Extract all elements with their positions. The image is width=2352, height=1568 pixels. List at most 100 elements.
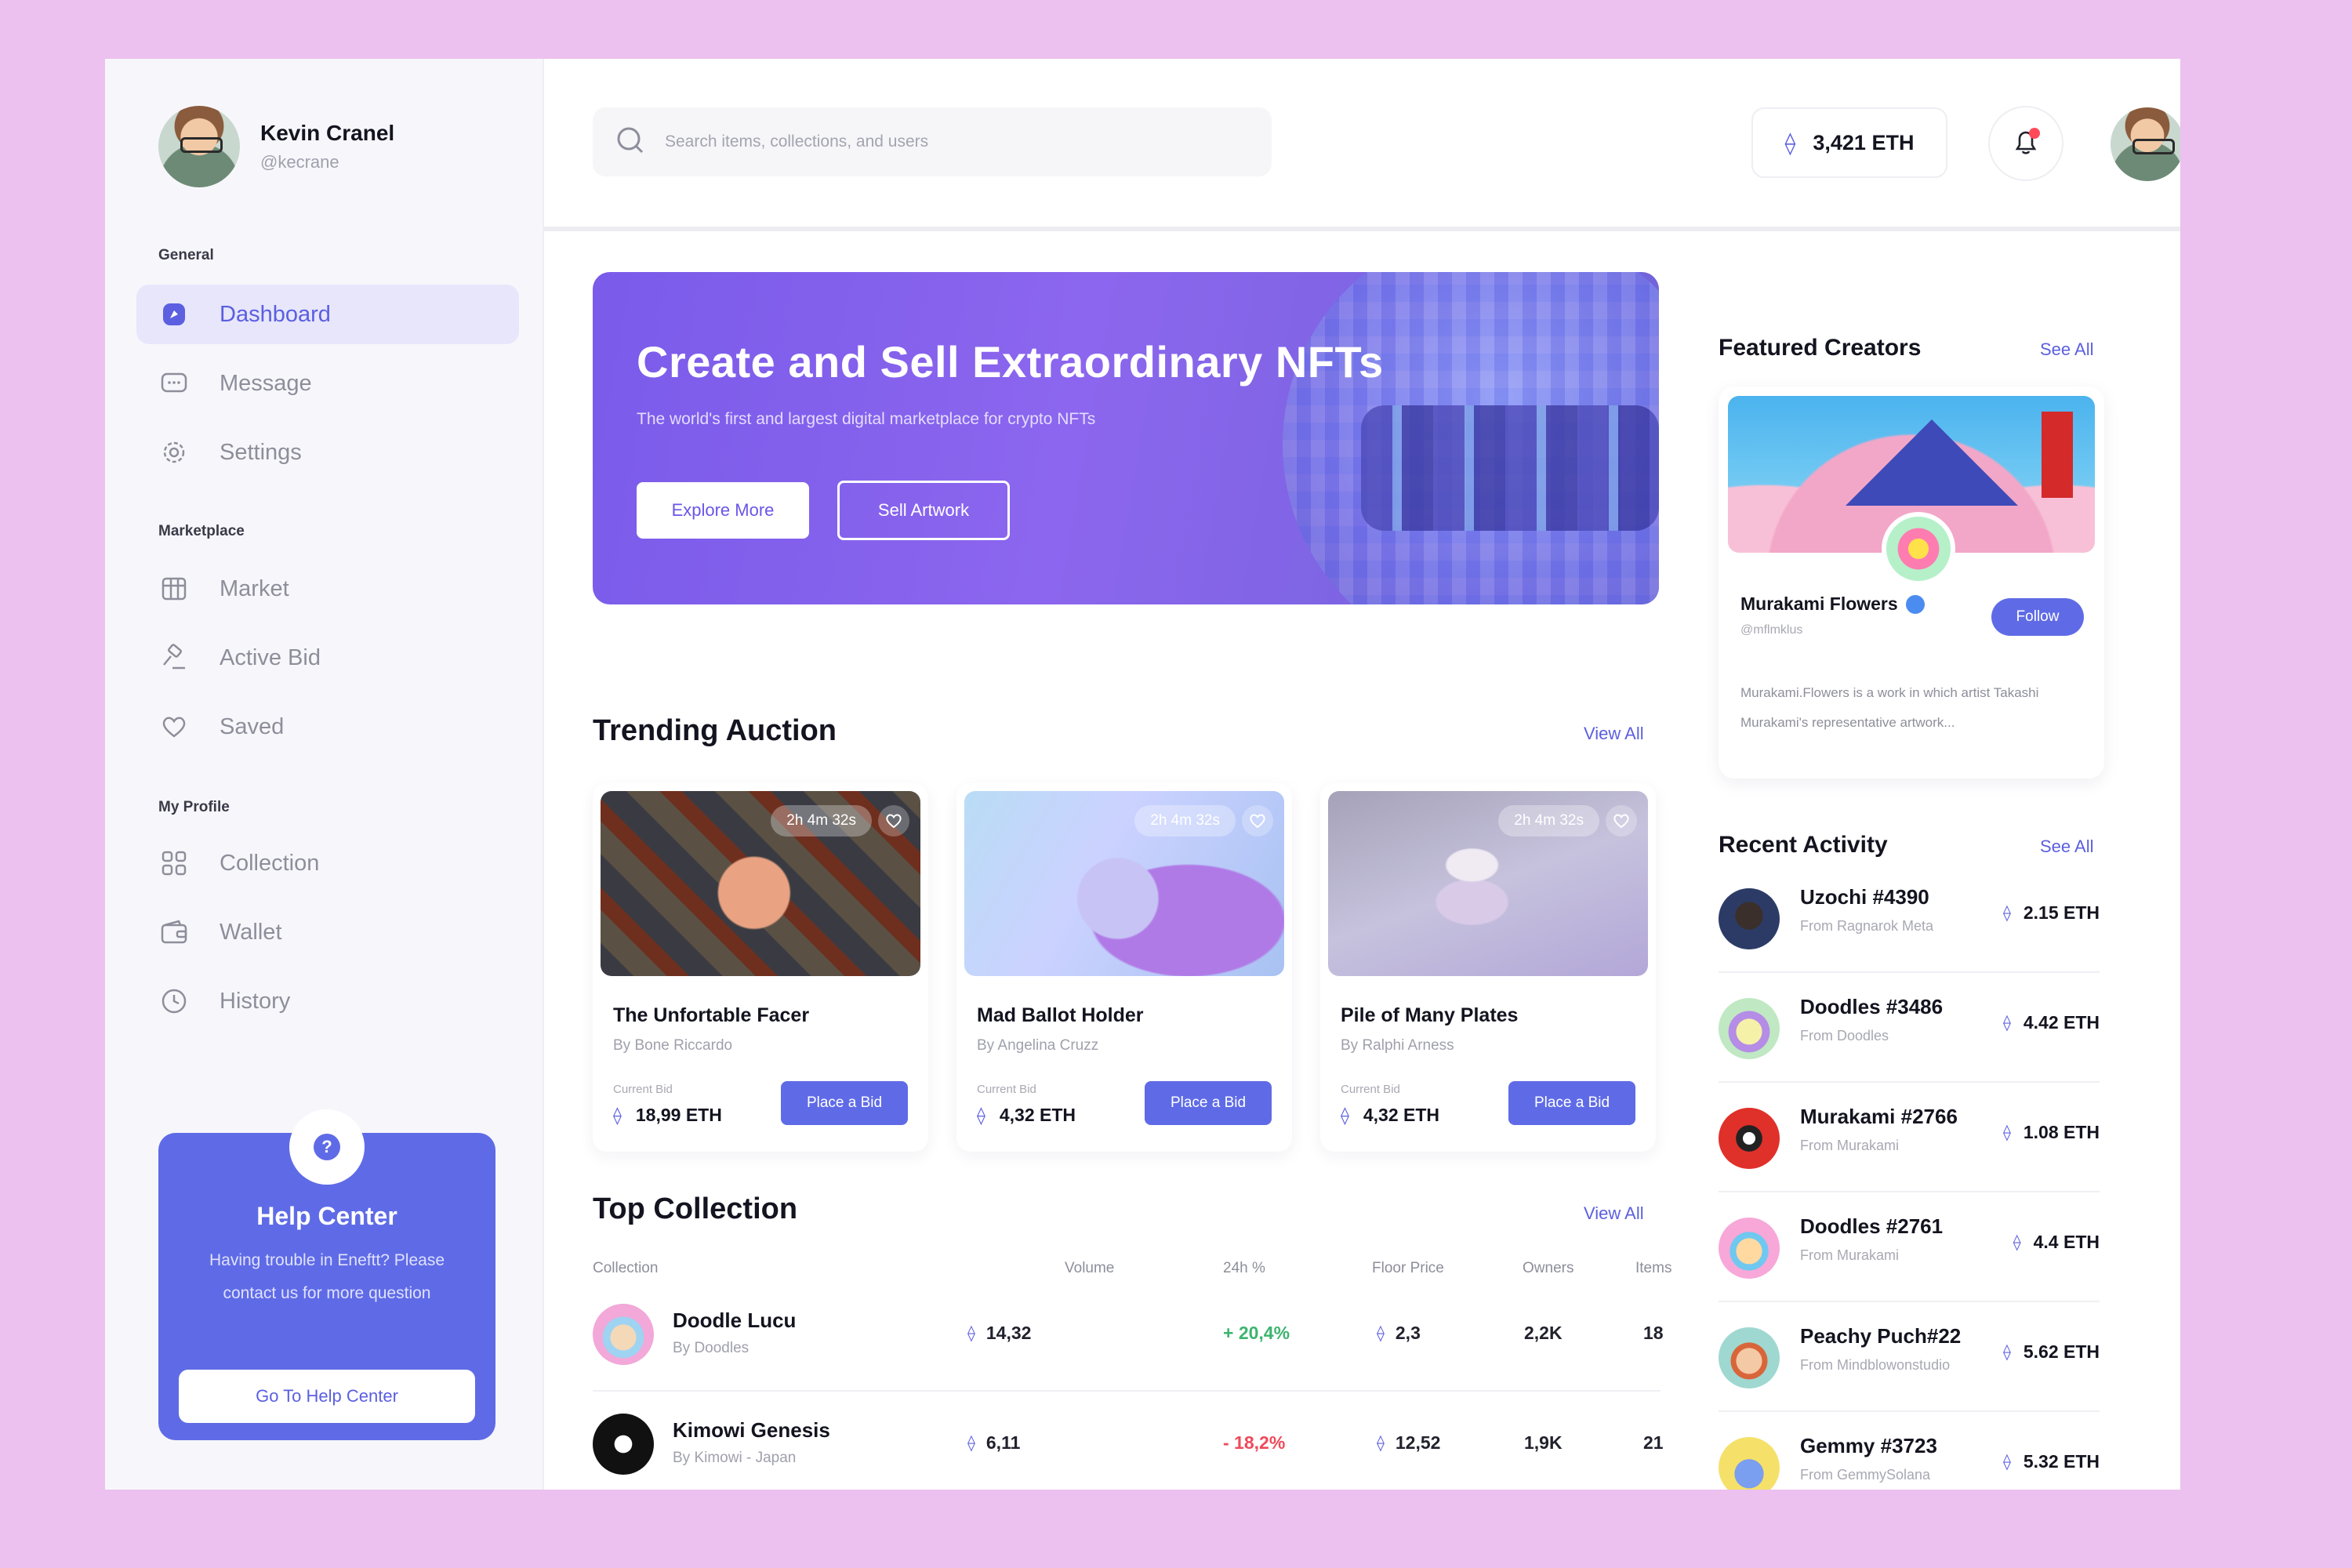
heart-icon bbox=[160, 713, 188, 741]
sidebar: Kevin Cranel @kecrane General Dashboard … bbox=[105, 59, 544, 1490]
user-profile[interactable]: Kevin Cranel @kecrane bbox=[158, 106, 394, 187]
sidebar-item-market[interactable]: Market bbox=[136, 559, 519, 619]
artwork-name: Mad Ballot Holder bbox=[977, 1004, 1144, 1026]
ethereum-icon: ⟠ bbox=[613, 1105, 622, 1125]
notification-dot bbox=[2029, 128, 2040, 139]
message-icon bbox=[160, 369, 188, 397]
sidebar-item-label: Message bbox=[220, 370, 312, 396]
search-input[interactable] bbox=[665, 132, 1214, 151]
sidebar-item-wallet[interactable]: Wallet bbox=[136, 902, 519, 962]
sidebar-item-settings[interactable]: Settings bbox=[136, 423, 519, 482]
wallet-icon bbox=[160, 918, 188, 946]
auction-card[interactable]: 2h 4m 32s Pile of Many Plates By Ralphi … bbox=[1320, 783, 1656, 1152]
sidebar-item-label: Collection bbox=[220, 850, 320, 876]
sidebar-item-active-bid[interactable]: Active Bid bbox=[136, 628, 519, 688]
go-to-help-center-button[interactable]: Go To Help Center bbox=[179, 1370, 475, 1423]
trending-view-all-link[interactable]: View All bbox=[1584, 724, 1644, 744]
activity-item[interactable]: Peachy Puch#22 From Mindblowonstudio ⟠ 5.… bbox=[1719, 1302, 2100, 1412]
sidebar-item-label: Active Bid bbox=[220, 644, 321, 670]
auction-timer: 2h 4m 32s bbox=[1498, 805, 1599, 837]
activity-item[interactable]: Doodles #2761 From Murakami ⟠ 4.4 ETH bbox=[1719, 1192, 2100, 1302]
collection-view-all-link[interactable]: View All bbox=[1584, 1203, 1644, 1224]
sidebar-item-label: Settings bbox=[220, 439, 302, 465]
explore-more-button[interactable]: Explore More bbox=[637, 482, 809, 539]
artwork-image: 2h 4m 32s bbox=[1328, 791, 1648, 976]
ethereum-icon: ⟠ bbox=[2002, 1344, 2011, 1361]
follow-button[interactable]: Follow bbox=[1991, 598, 2084, 636]
settings-icon bbox=[160, 438, 188, 466]
top-avatar[interactable] bbox=[2111, 107, 2180, 181]
volume-value: ⟠ 6,11 bbox=[967, 1432, 1021, 1453]
notification-button[interactable] bbox=[1988, 106, 2063, 181]
banner-subtitle: The world's first and largest digital ma… bbox=[637, 410, 1096, 428]
activity-name: Peachy Puch#22 bbox=[1800, 1324, 1962, 1348]
owners-value: 1,9K bbox=[1524, 1432, 1563, 1453]
place-bid-button[interactable]: Place a Bid bbox=[1508, 1081, 1635, 1125]
items-value: 21 bbox=[1643, 1432, 1664, 1453]
activity-item[interactable]: Doodles #3486 From Doodles ⟠ 4.42 ETH bbox=[1719, 973, 2100, 1083]
activity-see-all-link[interactable]: See All bbox=[2040, 837, 2094, 857]
hero-banner: Create and Sell Extraordinary NFTs The w… bbox=[593, 272, 1659, 604]
app-window: Kevin Cranel @kecrane General Dashboard … bbox=[105, 59, 2180, 1490]
activity-avatar bbox=[1719, 1108, 1780, 1169]
sidebar-item-label: History bbox=[220, 988, 291, 1014]
artwork-image: 2h 4m 32s bbox=[601, 791, 920, 976]
ethereum-icon: ⟠ bbox=[2002, 1014, 2011, 1032]
eth-balance[interactable]: ⟠ 3,421 ETH bbox=[1751, 107, 1947, 178]
banner-artwork-visor bbox=[1361, 405, 1659, 531]
sidebar-item-saved[interactable]: Saved bbox=[136, 697, 519, 757]
ethereum-icon: ⟠ bbox=[2013, 1234, 2021, 1251]
change-value: - 18,2% bbox=[1223, 1432, 1286, 1453]
activity-name: Doodles #3486 bbox=[1800, 995, 1944, 1018]
clock-icon bbox=[160, 987, 188, 1015]
help-text: Having trouble in Eneftt? Please contact… bbox=[209, 1251, 445, 1302]
auction-card[interactable]: 2h 4m 32s The Unfortable Facer By Bone R… bbox=[593, 783, 928, 1152]
activity-item[interactable]: Uzochi #4390 From Ragnarok Meta ⟠ 2.15 ET… bbox=[1719, 863, 2100, 973]
activity-avatar bbox=[1719, 998, 1780, 1059]
section-my-profile: My Profile bbox=[158, 799, 230, 815]
user-name: Kevin Cranel bbox=[260, 121, 395, 145]
heart-icon[interactable] bbox=[1242, 805, 1273, 837]
creator-handle: @mflmklus bbox=[1740, 623, 1803, 637]
featured-see-all-link[interactable]: See All bbox=[2040, 339, 2094, 360]
sidebar-item-dashboard[interactable]: Dashboard bbox=[136, 285, 519, 344]
collection-icon bbox=[160, 849, 188, 877]
column-header: 24h % bbox=[1223, 1260, 1265, 1276]
sidebar-item-history[interactable]: History bbox=[136, 971, 519, 1031]
ethereum-icon: ⟠ bbox=[2002, 905, 2011, 922]
ethereum-icon: ⟠ bbox=[1377, 1435, 1385, 1452]
current-bid: ⟠ 18,99 ETH bbox=[613, 1105, 722, 1125]
floor-price-value: ⟠ 12,52 bbox=[1377, 1432, 1441, 1453]
auction-card[interactable]: 2h 4m 32s Mad Ballot Holder By Angelina … bbox=[956, 783, 1292, 1152]
table-row[interactable]: Doodle Lucu By Doodles ⟠ 14,32 + 20,4% ⟠ 2… bbox=[593, 1282, 1664, 1392]
sidebar-item-label: Market bbox=[220, 575, 289, 601]
help-center-card: ? Help Center Having trouble in Eneftt? … bbox=[158, 1109, 495, 1440]
column-header: Collection bbox=[593, 1260, 659, 1276]
recent-activity-title: Recent Activity bbox=[1719, 832, 1888, 858]
sidebar-item-collection[interactable]: Collection bbox=[136, 833, 519, 893]
collection-name: Kimowi Genesis bbox=[673, 1418, 830, 1442]
place-bid-button[interactable]: Place a Bid bbox=[781, 1081, 908, 1125]
auction-timer: 2h 4m 32s bbox=[1134, 805, 1236, 837]
activity-item[interactable]: Gemmy #3723 From GemmySolana ⟠ 5.32 ETH bbox=[1719, 1412, 2100, 1490]
creator-card[interactable]: Murakami Flowers @mflmklus Follow Muraka… bbox=[1719, 387, 2104, 779]
heart-icon[interactable] bbox=[878, 805, 909, 837]
ethereum-icon: ⟠ bbox=[967, 1325, 975, 1342]
main-content: ⟠ 3,421 ETH Create and Sell Extraordinar… bbox=[544, 59, 2180, 1490]
activity-avatar bbox=[1719, 1437, 1780, 1490]
place-bid-button[interactable]: Place a Bid bbox=[1145, 1081, 1272, 1125]
balance-value: 3,421 ETH bbox=[1813, 130, 1915, 154]
sell-artwork-button[interactable]: Sell Artwork bbox=[837, 481, 1010, 540]
table-row[interactable]: Kimowi Genesis By Kimowi - Japan ⟠ 6,11 -… bbox=[593, 1392, 1664, 1490]
question-icon: ? bbox=[289, 1109, 365, 1185]
verified-icon bbox=[1905, 594, 1925, 614]
heart-icon[interactable] bbox=[1606, 805, 1637, 837]
activity-avatar bbox=[1719, 888, 1780, 949]
current-bid: ⟠ 4,32 ETH bbox=[1341, 1105, 1440, 1125]
activity-price: ⟠ 5.32 ETH bbox=[2002, 1451, 2100, 1472]
sidebar-item-message[interactable]: Message bbox=[136, 354, 519, 413]
search-bar[interactable] bbox=[593, 107, 1272, 176]
activity-item[interactable]: Murakami #2766 From Murakami ⟠ 1.08 ETH bbox=[1719, 1083, 2100, 1192]
activity-price: ⟠ 2.15 ETH bbox=[2002, 902, 2100, 923]
collection-name: Doodle Lucu bbox=[673, 1308, 797, 1332]
